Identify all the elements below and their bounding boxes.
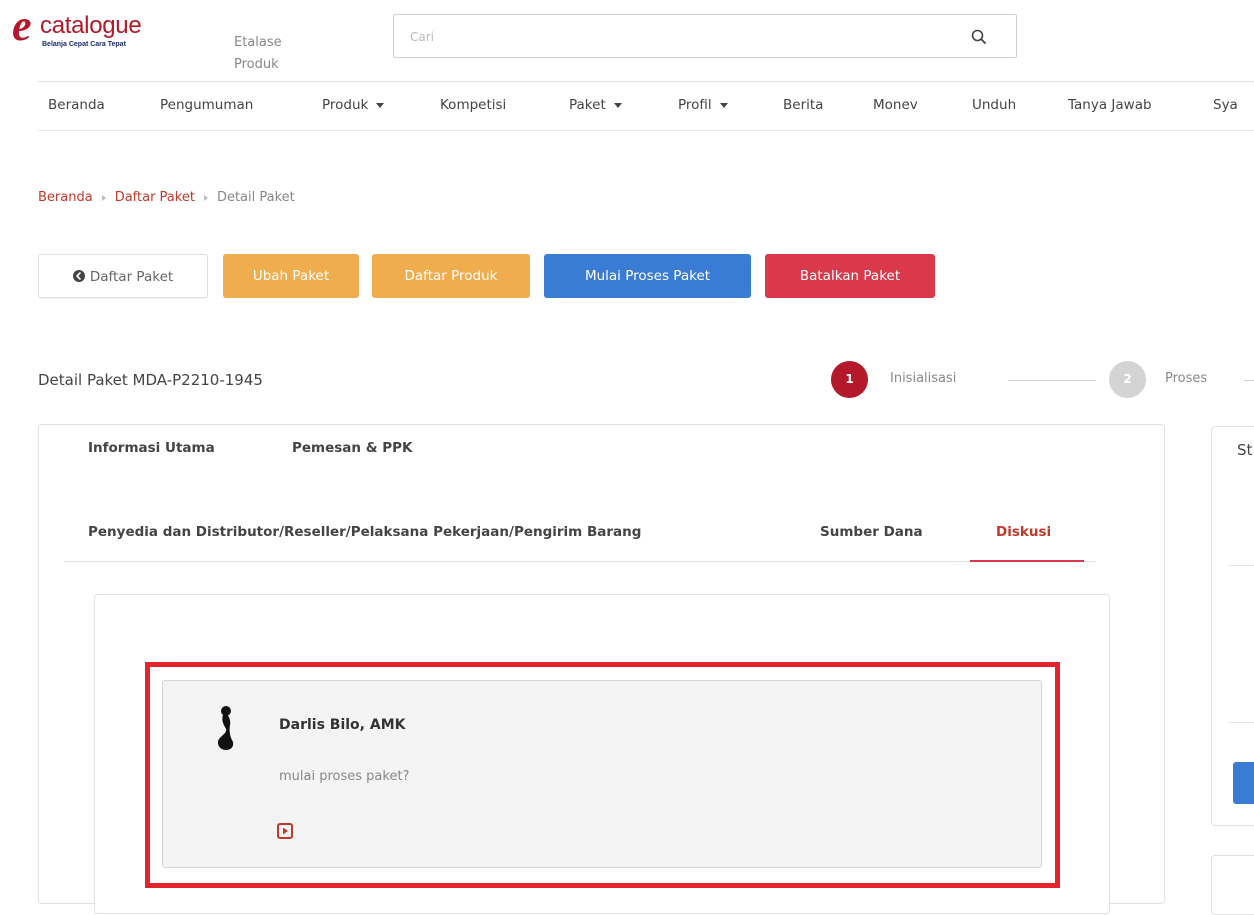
step-2-label: Proses [1165,371,1208,386]
ecatalogue-logo[interactable]: e catalogue Belanja Cepat Cara Tepat [12,4,172,60]
back-button-label: Daftar Paket [89,269,174,285]
tab-informasi-utama[interactable]: Informasi Utama [88,440,215,456]
nav-paket-label: Paket [569,97,606,113]
nav-berita[interactable]: Berita [783,97,823,113]
play-icon[interactable] [277,823,293,839]
ubah-paket-button[interactable]: Ubah Paket [223,254,359,298]
nav-kompetisi[interactable]: Kompetisi [440,97,506,113]
nav-pengumuman[interactable]: Pengumuman [160,97,253,113]
comment-author: Darlis Bilo, AMK [279,717,406,733]
step-1-circle: 1 [831,361,868,398]
back-to-daftar-paket-button[interactable]: Daftar Paket [38,254,208,298]
nav-syarat[interactable]: Sya [1213,97,1238,113]
breadcrumb-daftar-paket[interactable]: Daftar Paket [115,190,195,205]
logo-tagline: Belanja Cepat Cara Tepat [42,41,126,48]
chevron-down-icon [719,102,728,108]
tab-sumber-dana[interactable]: Sumber Dana [820,524,923,540]
etalase-produk-link[interactable]: Etalase Produk [234,32,314,76]
mulai-proses-paket-button[interactable]: Mulai Proses Paket [544,254,751,298]
search-box [393,14,1017,58]
tab-diskusi[interactable]: Diskusi [996,524,1051,540]
nav-divider [38,130,1254,131]
step-2-circle: 2 [1109,361,1146,398]
chevron-down-icon [613,102,622,108]
chevron-down-icon [376,102,385,108]
avatar [217,706,234,750]
step-1-label: Inisialisasi [890,371,957,386]
nav-tanya-jawab[interactable]: Tanya Jawab [1068,97,1152,113]
nav-beranda[interactable]: Beranda [48,97,105,113]
nav-paket[interactable]: Paket [569,97,622,113]
nav-unduh[interactable]: Unduh [972,97,1016,113]
side-card-label: St [1237,441,1253,459]
tab-pemesan-ppk[interactable]: Pemesan & PPK [292,440,412,456]
step-connector [1008,380,1096,381]
tabs-divider [64,561,1096,562]
breadcrumb-separator-icon [203,194,208,201]
side-action-button[interactable] [1233,762,1254,804]
logo-word: catalogue [40,12,142,39]
side-divider [1229,565,1254,566]
nav-profil[interactable]: Profil [678,97,728,113]
step-connector [1244,380,1254,381]
breadcrumb: Beranda Daftar Paket Detail Paket [38,190,295,205]
daftar-produk-button[interactable]: Daftar Produk [372,254,530,298]
main-nav: Beranda Pengumuman Produk Kompetisi Pake… [0,82,1254,130]
search-icon[interactable] [970,28,988,46]
breadcrumb-beranda[interactable]: Beranda [38,190,93,205]
tab-penyedia[interactable]: Penyedia dan Distributor/Reseller/Pelaks… [88,524,641,540]
breadcrumb-current: Detail Paket [216,190,295,205]
comment-message: mulai proses paket? [279,769,410,784]
side-card-secondary [1211,855,1254,915]
nav-profil-label: Profil [678,97,712,113]
arrow-left-circle-icon [72,270,85,282]
side-divider [1229,722,1254,723]
active-tab-indicator [970,560,1084,562]
logo-letter: e [12,1,32,50]
nav-produk-label: Produk [322,97,369,113]
nav-produk[interactable]: Produk [322,97,385,113]
detail-title: Detail Paket MDA-P2210-1945 [38,371,263,389]
nav-monev[interactable]: Monev [873,97,918,113]
search-input[interactable] [408,25,952,49]
batalkan-paket-button[interactable]: Batalkan Paket [765,254,935,298]
breadcrumb-separator-icon [101,194,106,201]
